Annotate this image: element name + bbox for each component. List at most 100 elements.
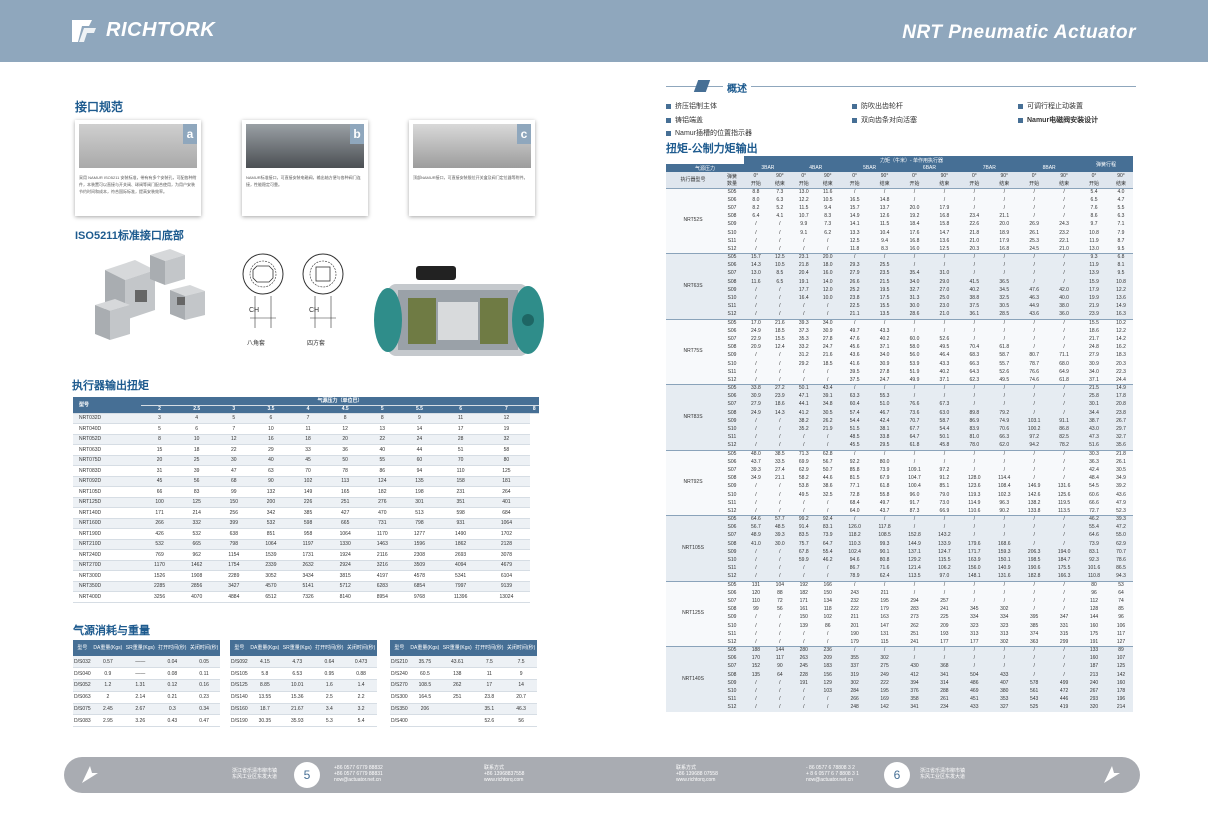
torque-cell: 211 bbox=[869, 589, 900, 598]
torque-cell: 39.3 bbox=[791, 318, 816, 328]
torque-cell: 209 bbox=[815, 654, 840, 663]
value-cell: 21.67 bbox=[281, 703, 314, 716]
torque-cell: 54.5 bbox=[1079, 482, 1109, 491]
spring-cell: S12 bbox=[720, 245, 744, 254]
torque-cell: 20.0 bbox=[989, 220, 1020, 229]
torque-cell: 43.6 bbox=[1108, 490, 1133, 500]
torque-cell: 1064 bbox=[483, 518, 530, 529]
torque-cell: / bbox=[1049, 580, 1080, 590]
table-row: NRT52S S05 8.8 7.3 13.0 11.6// / / / / //5.4 4.0 bbox=[666, 187, 1133, 254]
torque-cell: / bbox=[1019, 531, 1050, 541]
torque-cell: 26.7 bbox=[1108, 417, 1133, 426]
torque-cell: 351 bbox=[438, 497, 484, 508]
torque-cell: 1462 bbox=[178, 560, 216, 571]
torque-cell: 23.9 bbox=[1079, 310, 1109, 319]
torque-cell: 62.8 bbox=[815, 449, 840, 459]
torque-cell: / bbox=[929, 327, 960, 336]
torque-cell: 2308 bbox=[400, 549, 438, 561]
torque-cell: 374 bbox=[1019, 630, 1050, 639]
torque-cell: 51.9 bbox=[899, 368, 930, 377]
footer-address: 浙江省乐清市柳市镇 东风工业区东发大道 bbox=[232, 768, 278, 780]
torque-cell: 81.0 bbox=[959, 433, 990, 442]
value-cell: 56 bbox=[505, 714, 537, 728]
torque-cell: 1197 bbox=[289, 539, 327, 550]
torque-cell: 163 bbox=[869, 613, 900, 622]
torque-cell: 376 bbox=[899, 687, 930, 696]
torque-cell: 67.3 bbox=[929, 400, 960, 410]
torque-cell: 139 bbox=[791, 621, 816, 631]
torque-cell: 11.6 bbox=[815, 187, 840, 197]
torque-cell: 9.7 bbox=[1079, 220, 1109, 229]
pressure-col-header: 6 bbox=[438, 405, 484, 414]
table-row: S07 152 90 245 183 337 275 430 368// //187 125 bbox=[666, 662, 1133, 672]
spring-cell: S12 bbox=[720, 441, 744, 450]
iso-title: ISO5211标准接口底部 bbox=[75, 230, 184, 242]
torque-cell: 4070 bbox=[178, 591, 216, 603]
torque-cell: 525 bbox=[1019, 703, 1050, 712]
table-row: S12// //78.9 62.4 113.5 97.0 148.1 131.6 182.8 1… bbox=[666, 572, 1133, 581]
torque-cell: / bbox=[1019, 589, 1050, 598]
torque-cell: 214 bbox=[1108, 703, 1133, 712]
torque-cell: 7.1 bbox=[1108, 220, 1133, 229]
table-row: S06 170 117 263 209 355 302// / / //160 107 bbox=[666, 654, 1133, 663]
spring-cell: S08 bbox=[720, 474, 744, 483]
torque-cell: 363 bbox=[1019, 638, 1050, 647]
torque-cell: / bbox=[959, 645, 990, 655]
torque-cell: 27.2 bbox=[767, 383, 792, 393]
torque-cell: 37.3 bbox=[791, 327, 816, 336]
torque-cell: 14.3 bbox=[743, 261, 768, 270]
torque-cell: 241 bbox=[899, 638, 930, 647]
torque-cell: / bbox=[1049, 343, 1080, 352]
card-photo bbox=[413, 124, 531, 168]
torque-cell: 106 bbox=[1108, 621, 1133, 631]
torque-cell: 94.6 bbox=[839, 556, 870, 565]
table-row: S09//9.9 7.3 14.1 11.5 18.4 15.8 22.6 20.0 26.9 2… bbox=[666, 220, 1133, 229]
table-row: S07 39.3 27.4 62.9 50.7 85.8 73.9 109.1 97.2// / /… bbox=[666, 466, 1133, 475]
torque-cell: 117 bbox=[767, 654, 792, 663]
torque-cell: / bbox=[743, 499, 768, 508]
table-row: D/S052 1.2 1.31 0.12 0.16 bbox=[73, 679, 220, 692]
spring-cell: S06 bbox=[720, 196, 744, 205]
pressure-col-header: 2.5 bbox=[178, 405, 216, 414]
card-text: 采用 NAMUR ISO5211 安装标准，带有有多个安装孔，可配各种附件，本装… bbox=[79, 175, 197, 194]
torque-cell: 68 bbox=[215, 476, 253, 487]
torque-cell: 1170 bbox=[141, 560, 179, 571]
value-cell: 0.9 bbox=[91, 667, 125, 681]
table-row: S09//17.7 12.0 25.2 19.5 32.7 27.0 40.2 34.5 47.… bbox=[666, 286, 1133, 295]
torque-cell: / bbox=[989, 523, 1020, 532]
torque-cell: 38.8 bbox=[959, 294, 990, 303]
torque-cell: 86.7 bbox=[839, 564, 870, 573]
start-end-header: 结束 bbox=[1049, 180, 1080, 188]
table-row: NRT160D 266 332 399 532 598 665 731 798 931 1064 bbox=[73, 518, 539, 529]
torque-cell: / bbox=[743, 687, 768, 696]
torque-cell: 958 bbox=[289, 528, 327, 540]
torque-cell: 86.9 bbox=[959, 417, 990, 426]
torque-cell: 13.9 bbox=[1079, 269, 1109, 279]
torque-cell: 114.9 bbox=[959, 499, 990, 508]
model-cell: D/S400 bbox=[390, 714, 409, 728]
start-end-header: 开始 bbox=[959, 180, 990, 188]
torque-cell: 21.6 bbox=[767, 318, 792, 328]
spring-cell: S08 bbox=[720, 605, 744, 614]
torque-cell: 288 bbox=[929, 687, 960, 696]
torque-cell: / bbox=[989, 204, 1020, 213]
table-row: S11// //48.5 33.8 64.7 50.1 81.0 66.3 97.2 82.5 4… bbox=[666, 433, 1133, 442]
torque-cell: 38.2 bbox=[791, 417, 816, 426]
spring-cell: S07 bbox=[720, 269, 744, 279]
torque-cell: 6.4 bbox=[743, 212, 768, 221]
torque-cell: 177 bbox=[959, 638, 990, 647]
torque-cell: 1596 bbox=[400, 539, 438, 550]
table-row: NRT083D 31 39 47 63 70 78 86 94 110 125 bbox=[73, 465, 539, 477]
torque-cell: 56.7 bbox=[815, 458, 840, 467]
double-acting-torque-table: 型号 气源压力（单位巴） 2 2.5 3 3.5 4 4.5 5 5.5 6 7 8 NRT032D 3… bbox=[73, 397, 539, 603]
spring-cell: S11 bbox=[720, 630, 744, 639]
torque-cell: 430 bbox=[899, 662, 930, 672]
value-cell: 2.14 bbox=[124, 691, 157, 704]
torque-cell: 9.1 bbox=[791, 228, 816, 238]
model-cell: D/S190 bbox=[230, 714, 249, 728]
torque-cell: / bbox=[869, 252, 900, 262]
torque-cell: 1908 bbox=[178, 570, 216, 582]
model-cell: D/S240 bbox=[390, 667, 409, 681]
spring-cell: S10 bbox=[720, 425, 744, 434]
spring-cell: S10 bbox=[720, 687, 744, 696]
